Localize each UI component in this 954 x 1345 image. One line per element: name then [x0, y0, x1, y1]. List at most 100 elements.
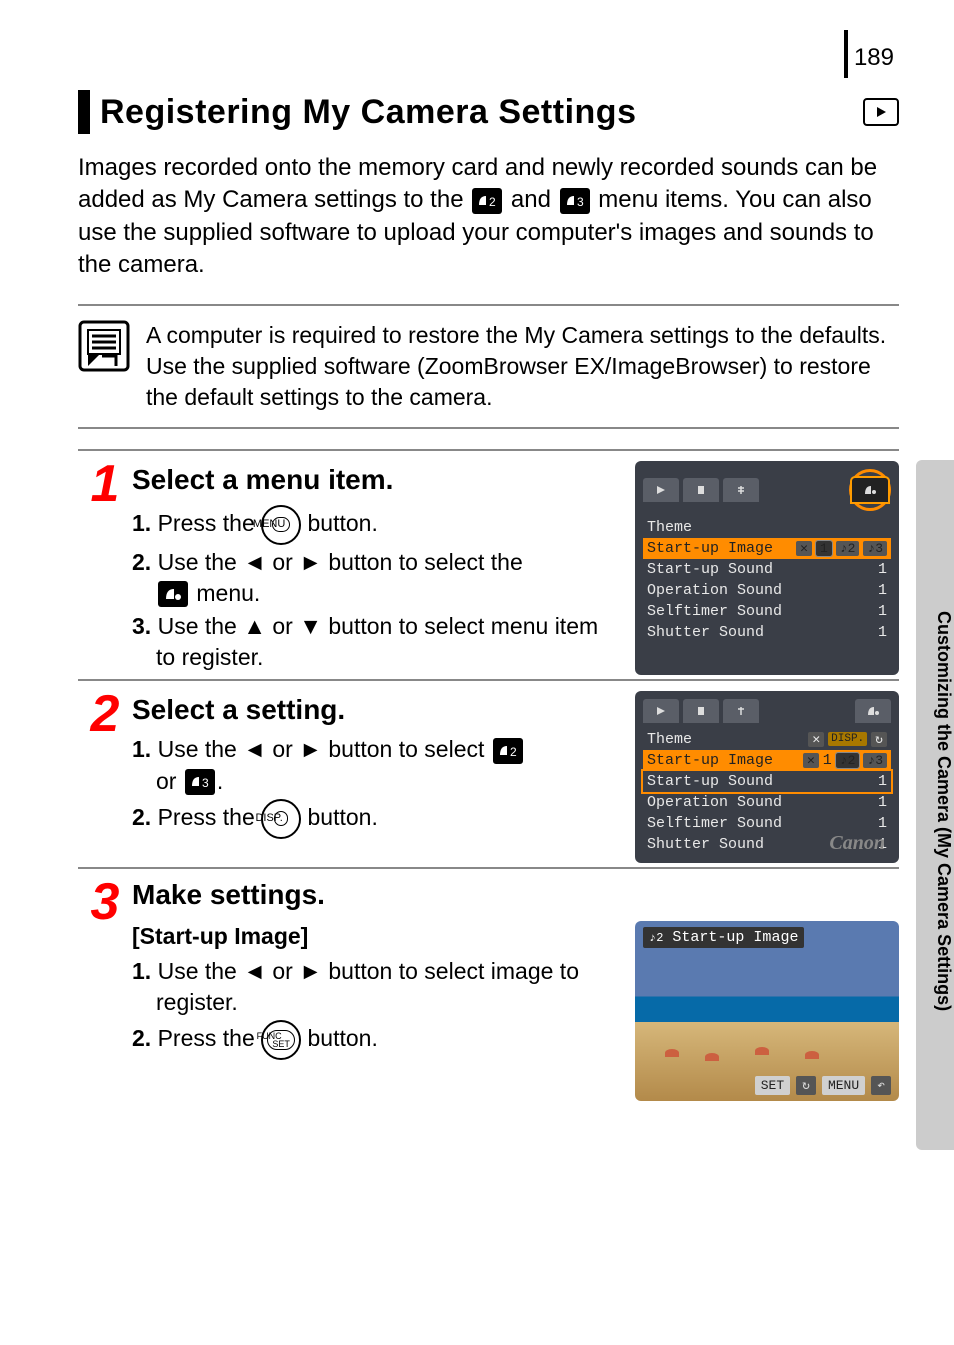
- right-arrow-icon: ►: [299, 958, 322, 984]
- brand-logo: Canon: [829, 832, 885, 855]
- ss-tab: [683, 478, 719, 502]
- text: button.: [308, 804, 378, 830]
- ss-chip-icon: ✕: [796, 541, 812, 556]
- playback-mode-icon: [863, 98, 899, 126]
- ss-row: Operation Sound1: [643, 792, 891, 813]
- text: .: [217, 768, 223, 794]
- step-number: 1: [78, 461, 132, 675]
- substep-number: 2.: [132, 1025, 151, 1051]
- beach-umbrella-icon: [705, 1053, 719, 1061]
- ss-tab: [683, 699, 719, 723]
- mycamera-slot2-icon: 2: [472, 188, 502, 214]
- ss-value: 1: [878, 603, 887, 620]
- ss-label: Shutter Sound: [647, 836, 764, 853]
- beach-umbrella-icon: [805, 1051, 819, 1059]
- step-2: 2 Select a setting. 1. Use the ◄ or ► bu…: [78, 679, 899, 863]
- disp-button-label: DISP.: [274, 811, 287, 826]
- sub-heading: [Start-up Image]: [132, 921, 623, 952]
- text: or: [266, 736, 299, 762]
- down-arrow-icon: ▼: [299, 613, 322, 639]
- text: button to select the: [322, 549, 523, 575]
- substep-number: 1.: [132, 736, 151, 762]
- text: Press the: [158, 510, 262, 536]
- camera-screenshot-1: Theme Start-up Image ✕ 1 ♪2 ♪3 Start-up …: [635, 461, 899, 675]
- undo-icon: ↶: [871, 1076, 891, 1095]
- ss-chip-icon: ♪2: [836, 541, 860, 556]
- text: button.: [308, 1025, 378, 1051]
- ss-row: Start-up Sound 1: [643, 771, 891, 792]
- mycamera-slot3-icon: 3: [185, 769, 215, 795]
- func-set-button-icon: FUNCSET: [261, 1020, 301, 1060]
- text: or: [266, 958, 299, 984]
- set-button-chip: SET: [755, 1076, 790, 1095]
- intro-text-b: and: [511, 186, 558, 213]
- func-set-button-label: FUNCSET: [267, 1030, 295, 1050]
- ss-label: Operation Sound: [647, 582, 782, 599]
- ss-value: 1: [823, 752, 832, 769]
- text: Press the: [158, 804, 262, 830]
- ss-row: Shutter Sound1: [643, 622, 891, 643]
- ss3-title: ♪2 Start-up Image: [643, 927, 804, 948]
- disp-button-icon: DISP.: [261, 799, 301, 839]
- note-icon: [78, 320, 130, 372]
- mycamera-slot2-icon: 2: [493, 738, 523, 764]
- mycamera-tab-icon: [852, 478, 888, 502]
- camera-screenshot-3: ♪2 Start-up Image SET ↻ MENU ↶: [635, 921, 899, 1101]
- ss-label: Start-up Image: [647, 540, 773, 557]
- step2-line1: 1. Use the ◄ or ► button to select 2 or …: [132, 734, 623, 796]
- note-text: A computer is required to restore the My…: [146, 320, 899, 413]
- intro-paragraph: Images recorded onto the memory card and…: [78, 152, 899, 282]
- ss-value: 1: [878, 773, 887, 790]
- step-heading: Make settings.: [132, 879, 899, 911]
- ss-value: 1: [878, 815, 887, 832]
- beach-umbrella-icon: [755, 1047, 769, 1055]
- text: Use the: [158, 613, 244, 639]
- title-accent-bar: [78, 90, 90, 134]
- substep-number: 1.: [132, 958, 151, 984]
- ss3-title-text: Start-up Image: [672, 929, 798, 946]
- text: or: [156, 768, 183, 794]
- menu-button-label: MENU: [272, 517, 290, 532]
- ss-chip-icon: ♪3: [863, 541, 887, 556]
- ss-label: Start-up Sound: [647, 773, 773, 790]
- step3-line2: 2. Press the FUNCSET button.: [132, 1020, 623, 1060]
- text: Use the: [158, 549, 244, 575]
- mycamera-slot-icon: ♪2: [649, 931, 663, 945]
- step-heading: Select a setting.: [132, 691, 623, 729]
- page-number: 189: [844, 30, 894, 78]
- ss-chip-icon: ✕: [803, 753, 819, 768]
- right-arrow-icon: ►: [299, 736, 322, 762]
- ss-label: Selftimer Sound: [647, 603, 782, 620]
- substep-number: 3.: [132, 613, 151, 639]
- ss-chip-icon: ♪3: [863, 753, 887, 768]
- text: button to select: [322, 736, 491, 762]
- mycamera-tab-icon: [855, 699, 891, 723]
- side-tab: Customizing the Camera (My Camera Settin…: [916, 460, 954, 1150]
- ss-value: 1: [878, 794, 887, 811]
- substep-number: 2.: [132, 549, 151, 575]
- left-arrow-icon: ◄: [243, 736, 266, 762]
- menu-button-icon: MENU: [261, 505, 301, 545]
- ss-row: Theme ✕DISP.↻: [643, 729, 891, 750]
- ss-tab: [643, 699, 679, 723]
- svg-text:3: 3: [577, 195, 584, 209]
- ss-label: Start-up Image: [647, 752, 773, 769]
- ss-value: 1: [878, 624, 887, 641]
- note-box: A computer is required to restore the My…: [78, 304, 899, 429]
- left-arrow-icon: ◄: [243, 549, 266, 575]
- ss-row: Selftimer Sound1: [643, 813, 891, 834]
- mycamera-menu-icon: [158, 581, 188, 607]
- substep-number: 1.: [132, 510, 151, 536]
- ss-label: Theme: [647, 731, 692, 748]
- text: or: [266, 549, 299, 575]
- ss-label: Theme: [647, 519, 692, 536]
- mycamera-slot3-icon: 3: [560, 188, 590, 214]
- step-number: 3: [78, 879, 132, 1101]
- camera-screenshot-2: Theme ✕DISP.↻ Start-up Image ✕ 1 ♪2 ♪3 S…: [635, 691, 899, 863]
- ss-tab: [643, 478, 679, 502]
- svg-text:3: 3: [202, 776, 209, 790]
- text: Press the: [158, 1025, 262, 1051]
- disp-chip: DISP.: [828, 732, 867, 746]
- step2-line2: 2. Press the DISP. button.: [132, 799, 623, 839]
- ss-value: 1: [878, 561, 887, 578]
